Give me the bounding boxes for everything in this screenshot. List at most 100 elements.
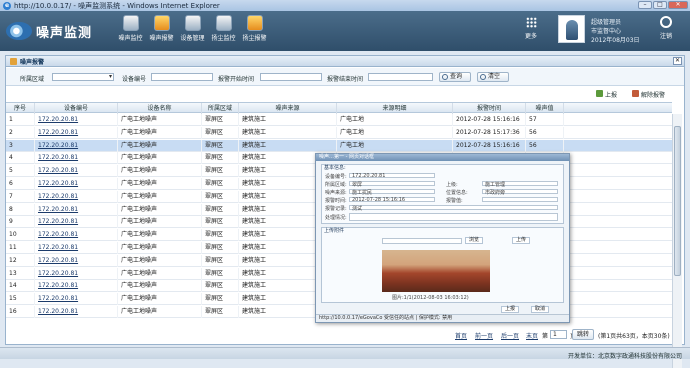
release-alarm-button[interactable]: 解除报警	[632, 90, 665, 99]
last-page-link[interactable]: 末页	[526, 331, 538, 340]
nav-device-management[interactable]: 设备管理	[177, 13, 208, 49]
clear-button[interactable]: 清空	[477, 72, 509, 82]
table-cell[interactable]: 172.20.20.81	[35, 114, 118, 126]
area-field[interactable]: 翠屏	[349, 181, 435, 188]
go-page-button[interactable]: 跳转	[572, 329, 594, 340]
nav-noise-alarm[interactable]: 噪声报警	[146, 13, 177, 49]
logo-icon	[6, 22, 32, 40]
end-time-input[interactable]	[368, 73, 433, 81]
report-button[interactable]: 上报	[596, 90, 617, 99]
column-header[interactable]: 噪声来源	[239, 103, 337, 114]
first-page-link[interactable]: 首页	[455, 331, 467, 340]
scrollbar-thumb[interactable]	[674, 126, 681, 276]
remark-field[interactable]	[349, 213, 558, 221]
table-cell: 2	[6, 126, 35, 139]
time-field[interactable]: 2012-07-28 15:16:16	[349, 197, 435, 203]
start-time-input[interactable]	[260, 73, 322, 81]
table-cell[interactable]: 172.20.20.81	[35, 165, 118, 178]
table-cell[interactable]: 172.20.20.81	[35, 190, 118, 203]
ie-icon: e	[3, 1, 11, 10]
table-header: 序号 设备编号 设备名称 所属区域 噪声来源 来源明细 报警时间 噪声值	[6, 102, 672, 114]
value-field[interactable]	[482, 197, 558, 202]
maximize-button[interactable]: □	[653, 1, 667, 9]
table-row[interactable]: 2 172.20.20.81 广电工地噪声 翠屏区 建筑施工 广电工地 2012-07-28…	[6, 126, 672, 139]
table-cell: 2012-07-28 15:16:16	[453, 139, 526, 152]
table-cell[interactable]: 172.20.20.81	[35, 306, 118, 318]
attachment-image[interactable]	[382, 250, 490, 292]
table-cell[interactable]: 172.20.20.81	[35, 229, 118, 242]
prev-page-link[interactable]: 前一页	[475, 331, 493, 340]
table-cell[interactable]: 172.20.20.81	[35, 254, 118, 267]
next-page-link[interactable]: 后一页	[501, 331, 519, 340]
table-cell[interactable]: 172.20.20.81	[35, 139, 118, 152]
page-number-input[interactable]: 1	[550, 330, 567, 339]
nav-label: 设备管理	[180, 35, 205, 42]
table-cell[interactable]: 172.20.20.81	[35, 152, 118, 165]
app-logo: 噪声监测	[6, 16, 106, 46]
table-cell[interactable]: 172.20.20.81	[35, 267, 118, 280]
table-cell: 16	[6, 306, 35, 318]
table-cell[interactable]: 172.20.20.81	[35, 178, 118, 190]
supervisor-field[interactable]: 施工管理	[482, 181, 558, 188]
table-cell[interactable]: 172.20.20.81	[35, 280, 118, 293]
query-button[interactable]: 查询	[439, 72, 471, 82]
table-cell: 翠屏区	[202, 165, 239, 178]
area-label: 所属区域	[20, 76, 45, 83]
source-field[interactable]: 施工扰民	[349, 189, 435, 196]
column-header[interactable]: 噪声值	[526, 103, 564, 114]
upload-button[interactable]: 上传	[512, 237, 531, 244]
dialog-cancel-button[interactable]: 取消	[531, 306, 550, 313]
table-row[interactable]: 1 172.20.20.81 广电工地噪声 翠屏区 建筑施工 广电工地 2012-07-28…	[6, 114, 672, 126]
table-cell[interactable]: 172.20.20.81	[35, 203, 118, 216]
table-cell[interactable]: 172.20.20.81	[35, 216, 118, 229]
logout-button[interactable]: 注销	[660, 16, 672, 40]
column-header[interactable]: 报警时间	[453, 103, 526, 114]
nav-label: 噪声监控	[118, 35, 143, 42]
table-cell: 翠屏区	[202, 306, 239, 318]
monitor-icon	[122, 15, 139, 31]
table-cell: 12	[6, 254, 35, 267]
close-window-button[interactable]: ✕	[668, 1, 688, 9]
table-row[interactable]: 3 172.20.20.81 广电工地噪声 翠屏区 建筑施工 广电工地 2012-07-28…	[6, 139, 672, 152]
table-cell: 广电工地噪声	[118, 178, 202, 190]
pagination: 首页 前一页 后一页 末页 第 1 页 跳转 (第1页共63页，本页30条)	[6, 328, 684, 342]
table-cell: 57	[526, 114, 564, 126]
browse-button[interactable]: 浏览	[465, 237, 484, 244]
nav-dust-alarm[interactable]: 扬尘报警	[239, 13, 270, 49]
column-header[interactable]: 设备名称	[118, 103, 202, 114]
logo-text: 噪声监测	[36, 25, 93, 41]
table-cell: 广电工地噪声	[118, 306, 202, 318]
table-cell: 13	[6, 267, 35, 280]
column-header[interactable]: 所属区域	[202, 103, 239, 114]
table-cell[interactable]: 172.20.20.81	[35, 126, 118, 139]
area-select[interactable]	[52, 73, 114, 81]
nav-dust-monitor[interactable]: 扬尘监控	[208, 13, 239, 49]
dialog-report-button[interactable]: 上报	[501, 306, 520, 313]
record-field[interactable]: 测试	[349, 205, 558, 212]
more-menu-button[interactable]: 更多	[525, 17, 537, 40]
panel-close-button[interactable]: ✕	[673, 57, 682, 65]
table-cell: 广电工地噪声	[118, 254, 202, 267]
nav-noise-monitor[interactable]: 噪声监控	[115, 13, 146, 49]
table-cell: 2012-07-28 15:16:16	[453, 114, 526, 126]
user-name: 超级管理员	[591, 19, 622, 26]
table-cell: 4	[6, 152, 35, 165]
device-no-field[interactable]: 172.20.20.81	[349, 173, 435, 179]
table-cell[interactable]: 172.20.20.81	[35, 293, 118, 306]
page-info: (第1页共63页，本页30条)	[598, 333, 670, 340]
table-cell: 11	[6, 242, 35, 254]
table-cell: 广电工地噪声	[118, 114, 202, 126]
record-label: 报警记录:	[325, 206, 347, 212]
table-cell: 3	[6, 139, 35, 152]
window-controls: – □ ✕	[638, 1, 688, 9]
device-icon	[184, 15, 201, 31]
table-cell[interactable]: 172.20.20.81	[35, 242, 118, 254]
minimize-button[interactable]: –	[638, 1, 652, 9]
column-header[interactable]: 来源明细	[337, 103, 453, 114]
device-no-input[interactable]	[151, 73, 213, 81]
position-field[interactable]: 市政府旁	[482, 189, 558, 196]
file-path-input[interactable]	[382, 238, 462, 244]
column-header[interactable]: 序号	[6, 103, 35, 114]
column-header[interactable]: 设备编号	[35, 103, 118, 114]
table-cell: 5	[6, 165, 35, 178]
